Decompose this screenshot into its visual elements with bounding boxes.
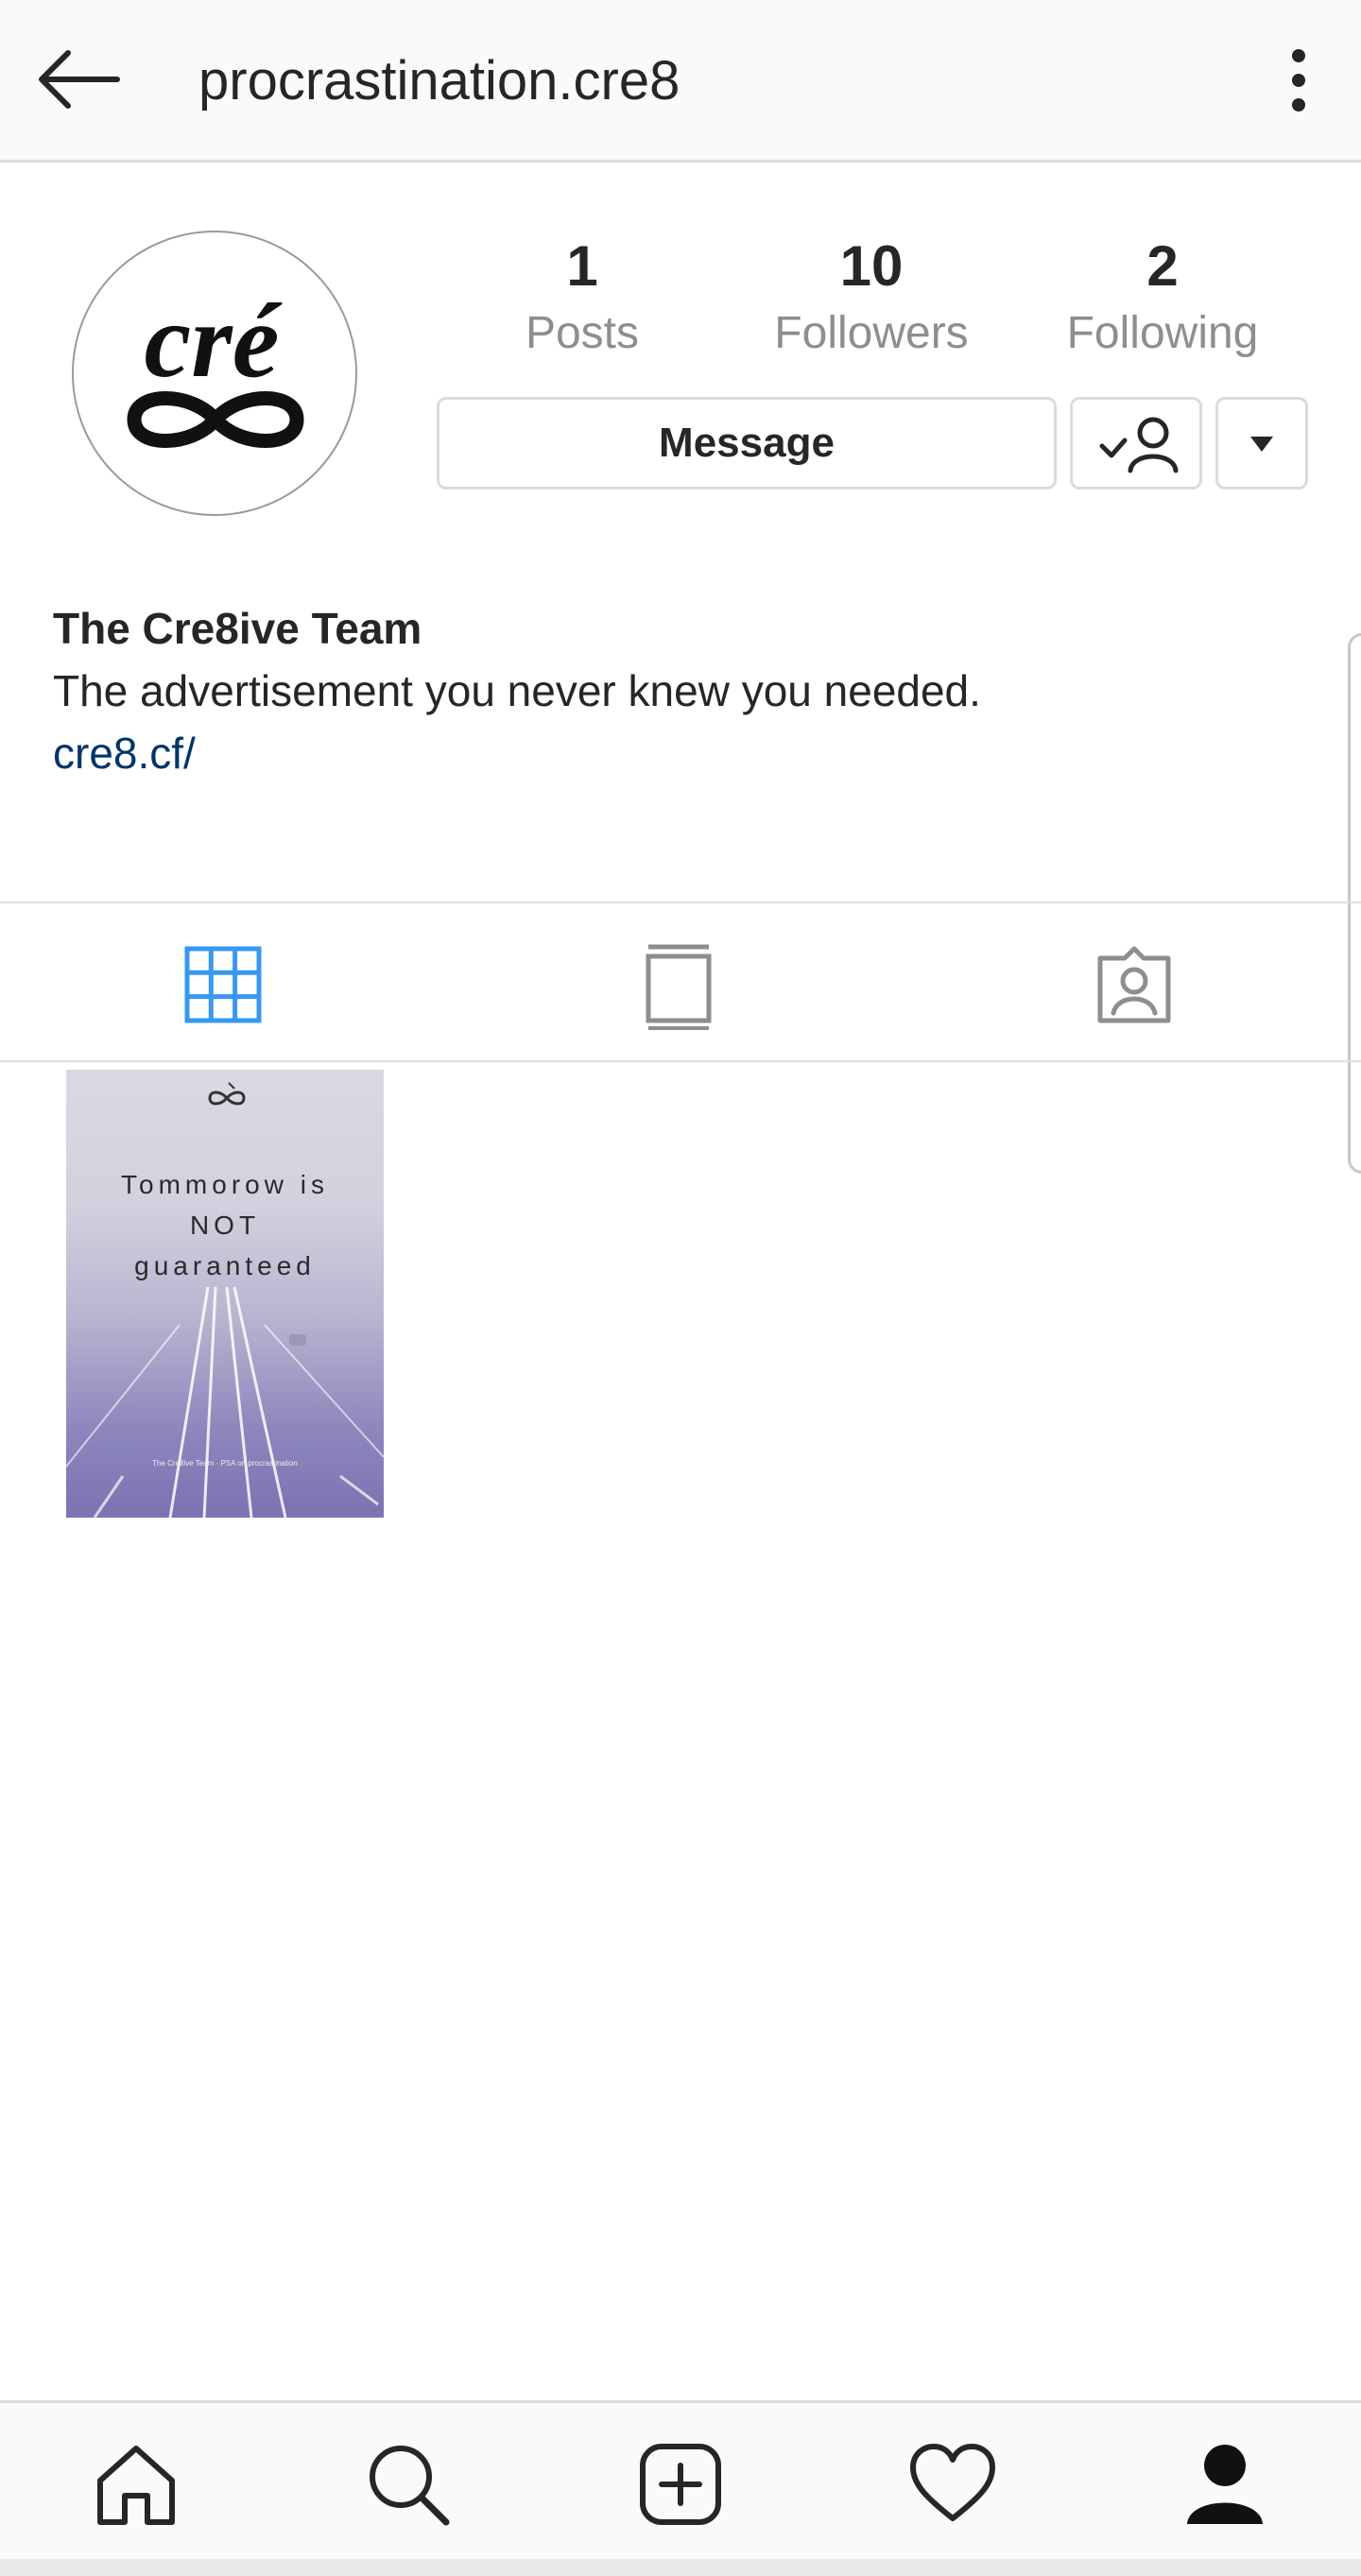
stat-followers-label: Followers [774,308,969,358]
arrow-left-icon[interactable] [34,45,125,113]
top-app-bar: procrastination.cre8 [0,0,1361,163]
stat-followers[interactable]: 10 Followers [758,229,985,363]
home-icon[interactable] [91,2439,181,2530]
add-post-icon[interactable] [635,2439,726,2530]
bio-name: The Cre8ive Team [53,604,422,653]
stat-posts[interactable]: 1 Posts [469,229,696,363]
post-thumbnail[interactable]: Tommorow is NOT guaranteed The Cre8ive T… [66,1070,384,1518]
search-icon[interactable] [363,2439,454,2530]
post-headline: Tommorow is NOT guaranteed [66,1164,384,1286]
post-headline-line-3: guaranteed [134,1251,316,1280]
bio-text: The advertisement you never knew you nee… [53,666,981,715]
stat-followers-count: 10 [839,234,904,298]
bottom-navigation [0,2400,1361,2559]
profile-tabs [0,902,1361,1062]
activity-heart-icon[interactable] [907,2439,998,2530]
system-nav-strip [0,2559,1361,2576]
post-road-image [66,1287,384,1518]
post-caption: The Cre8ive Team · PSA on procrastinatio… [152,1459,298,1468]
profile-icon[interactable] [1180,2439,1270,2530]
stat-following[interactable]: 2 Following [1049,229,1276,363]
post-headline-line-1: Tommorow is [121,1170,329,1199]
message-button[interactable]: Message [437,397,1057,489]
post-logo [208,1082,246,1106]
avatar[interactable]: cré [72,231,357,516]
stat-following-count: 2 [1146,234,1179,298]
user-check-icon [1099,417,1179,473]
cre8-logo: cré [127,283,304,448]
bio-link[interactable]: cre8.cf/ [53,724,196,782]
grid-icon[interactable] [178,939,268,1030]
suggestions-dropdown-button[interactable] [1215,397,1308,489]
tagged-icon[interactable] [1089,939,1180,1030]
stat-following-label: Following [1066,308,1259,358]
svg-text:cré: cré [144,283,282,400]
following-button[interactable] [1070,397,1202,489]
feed-list-icon[interactable] [633,939,724,1030]
stat-posts-count: 1 [566,234,598,298]
more-vertical-icon[interactable] [1274,47,1323,113]
stat-posts-label: Posts [525,308,640,358]
caret-down-icon [1250,437,1273,452]
profile-username: procrastination.cre8 [198,50,680,112]
post-headline-line-2: NOT [189,1211,261,1240]
